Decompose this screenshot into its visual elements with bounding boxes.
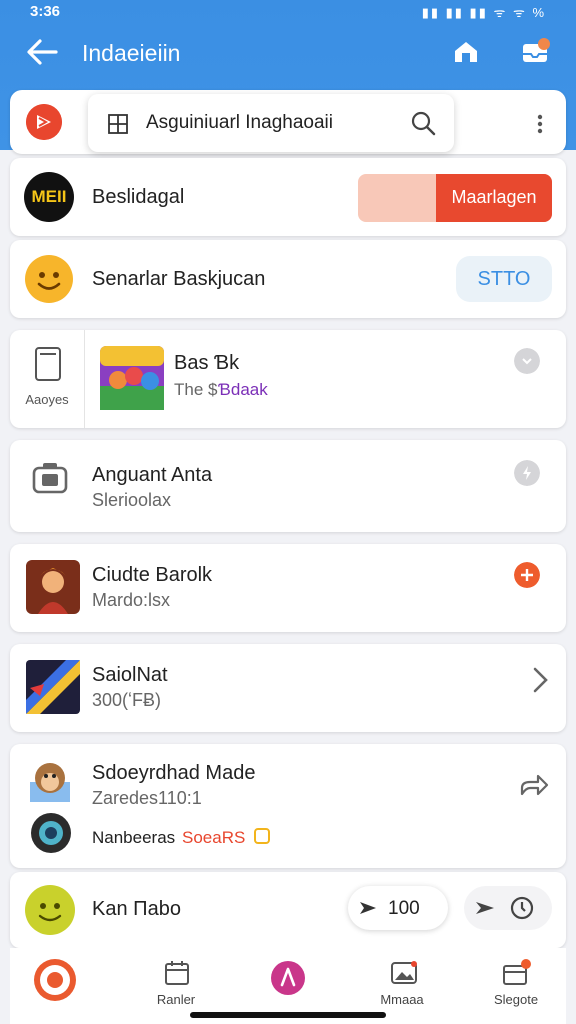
grid-icon[interactable] — [108, 114, 128, 134]
action-button-container: Maarlagen — [358, 174, 552, 222]
item-title: Bas Ɓk — [174, 352, 240, 374]
add-icon[interactable] — [514, 562, 540, 588]
stop-button-label: STTO — [477, 268, 531, 290]
item-subtitle: Slerioolax — [92, 490, 172, 510]
clock-icon — [510, 896, 534, 920]
calendar-icon — [165, 961, 189, 985]
lock-icon — [254, 828, 270, 844]
nav-label: Ranler — [156, 992, 196, 1007]
back-arrow-icon[interactable] — [24, 36, 60, 68]
item-subtitle: The $ — [174, 380, 218, 399]
item-title: Sdoeyrdhad Made — [92, 762, 256, 784]
manage-button-label: Maarlagen — [451, 187, 537, 207]
item-badge: Ɓdaak — [218, 380, 268, 399]
pointer-icon — [476, 902, 494, 914]
smiley-green-avatar-icon — [25, 885, 75, 935]
extra-label: Nanbeeras — [92, 828, 176, 847]
manage-button[interactable]: Maarlagen — [436, 174, 552, 222]
status-bar: 3:36 ▮▮ ▮▮ ▮▮ ᯤ ᯤ % — [0, 0, 576, 26]
item-subtitle: Mardo:lsx — [92, 590, 171, 610]
item-title: Kan Πabo — [92, 898, 181, 920]
status-time: 3:36 — [30, 3, 61, 20]
home-icon[interactable] — [452, 38, 480, 66]
box-icon — [503, 959, 531, 985]
list-item[interactable]: Senarlar Baskjucan STTO — [10, 240, 566, 318]
send-icon — [360, 902, 376, 914]
meii-logo: MEII — [24, 172, 74, 222]
list-item[interactable]: MEII Beslidagal Maarlagen — [10, 158, 566, 236]
nav-item-slegote[interactable]: Slegote — [480, 948, 552, 1024]
item-subtitle: 300(ʻFɃ) — [92, 690, 162, 710]
smiley-avatar-icon — [25, 255, 73, 303]
status-icons: ▮▮ ▮▮ ▮▮ ᯤ ᯤ % — [421, 5, 546, 20]
nav-item-home[interactable] — [20, 948, 90, 1024]
search-box[interactable]: Asguiniuarl Inaghaoaii — [88, 94, 454, 152]
character-avatar-icon — [26, 560, 80, 614]
side-label: Aaoyes — [25, 392, 69, 407]
nav-label: Mmaaa — [380, 992, 424, 1007]
brand-logo-icon[interactable] — [26, 104, 62, 140]
home-indicator — [190, 1012, 386, 1018]
search-icon[interactable] — [410, 110, 436, 136]
item-subtitle: Zaredes110:1 — [92, 788, 202, 808]
logo-text: MEII — [31, 187, 67, 206]
extra-link[interactable]: SoeaRS — [182, 828, 245, 848]
item-title: Ciudte Barolk — [92, 564, 213, 586]
list-item[interactable]: SaiolNat 300(ʻFɃ) — [10, 644, 566, 732]
monkey-avatar-icon — [30, 763, 70, 802]
flash-icon[interactable] — [514, 460, 540, 486]
search-strip: Asguiniuarl Inaghaoaii — [10, 90, 566, 154]
item-title: Beslidagal — [92, 186, 185, 208]
list-item[interactable]: Sdoeyrdhad Made Zaredes110:1 Nanbeeras S… — [10, 744, 566, 868]
stop-button[interactable]: STTO — [456, 256, 552, 302]
search-input[interactable]: Asguiniuarl Inaghaoaii — [146, 112, 333, 134]
item-title: SaiolNat — [92, 664, 168, 686]
game-thumbnail-icon — [100, 346, 164, 410]
page-title: Indaeieiin — [82, 40, 181, 66]
info-icon[interactable] — [514, 348, 540, 374]
compass-icon — [271, 961, 305, 995]
top-navigation: Indaeieiin — [0, 26, 576, 80]
timer-chip[interactable] — [464, 886, 552, 930]
list-item[interactable]: Anguant Anta Slerioolax — [10, 440, 566, 532]
chevron-right-icon[interactable] — [530, 666, 550, 694]
side-panel[interactable]: Aaoyes — [10, 330, 85, 428]
camera-icon — [32, 463, 68, 494]
amount-value: 100 — [388, 898, 420, 919]
inbox-icon[interactable] — [520, 36, 552, 66]
camera-lens-icon — [31, 813, 71, 853]
list-item[interactable]: Kan Πabo 100 — [10, 872, 566, 948]
list-item[interactable]: Ciudte Barolk Mardo:lsx — [10, 544, 566, 632]
more-options-icon[interactable] — [530, 112, 550, 136]
app-thumbnail-icon — [26, 660, 80, 714]
app-logo-icon — [34, 959, 76, 1001]
list-item[interactable]: Aaoyes Bas Ɓk The $ Ɓdaak — [10, 330, 566, 428]
nav-label: Slegote — [493, 992, 539, 1007]
item-title: Senarlar Baskjucan — [92, 268, 266, 290]
share-icon[interactable] — [518, 770, 550, 800]
image-icon — [391, 961, 417, 984]
item-title: Anguant Anta — [92, 464, 213, 486]
tablet-icon — [35, 347, 61, 381]
amount-chip[interactable]: 100 — [348, 886, 448, 930]
